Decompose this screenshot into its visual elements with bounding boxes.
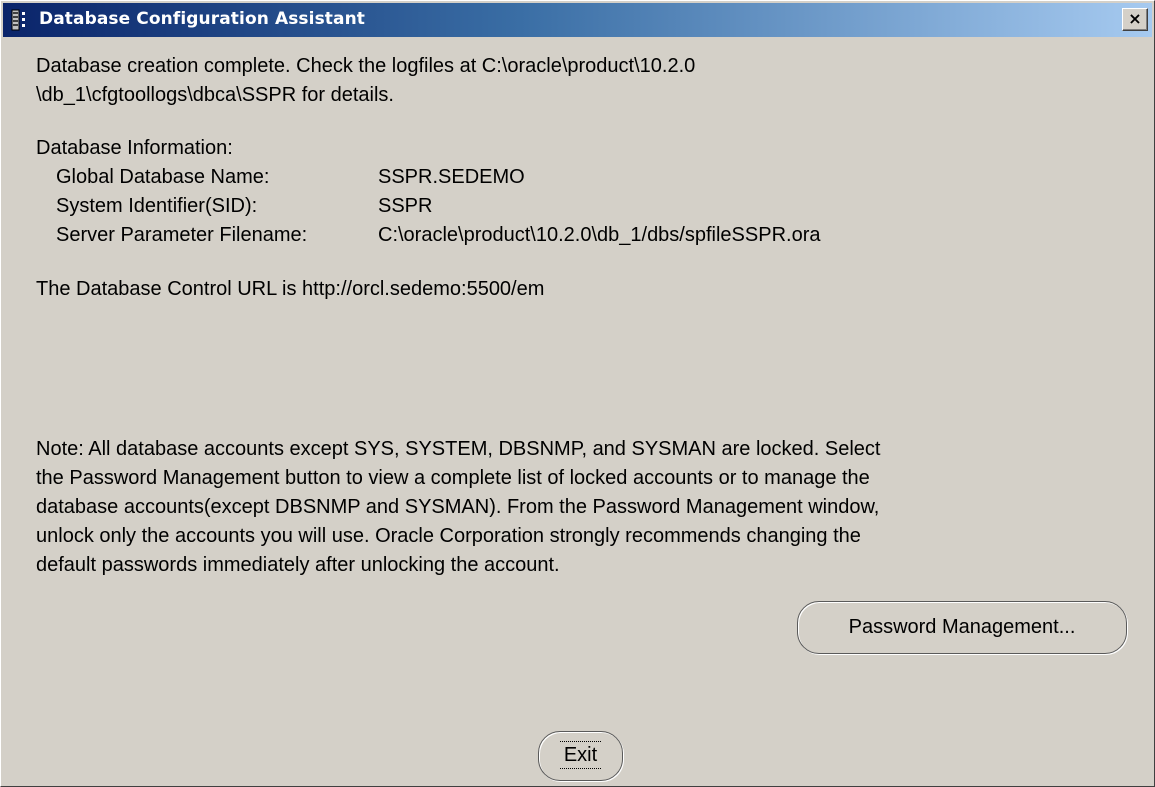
dbca-dialog: Database Configuration Assistant × Datab… [0,0,1155,787]
info-row-sid: System Identifier(SID): SSPR [56,192,432,221]
completion-message-line-1: Database creation complete. Check the lo… [36,55,696,77]
completion-message-line-2: \db_1\cfgtoollogs\dbca\SSPR for details. [36,84,394,106]
info-value: SSPR.SEDEMO [378,166,525,188]
info-value: C:\oracle\product\10.2.0\db_1/dbs/spfile… [378,224,821,246]
window-title: Database Configuration Assistant [39,9,366,29]
info-label: Global Database Name: [56,166,270,188]
exit-button-label: Exit [559,741,602,769]
info-label: System Identifier(SID): [56,195,258,217]
database-info-heading: Database Information: [36,137,233,159]
info-value: SSPR [378,195,433,217]
note-line: Note: All database accounts except SYS, … [36,438,881,460]
info-row-global-name: Global Database Name: SSPR.SEDEMO [56,163,525,192]
password-management-button[interactable]: Password Management... [797,601,1127,654]
info-row-spfile: Server Parameter Filename: C:\oracle\prod… [56,221,820,250]
title-bar[interactable]: Database Configuration Assistant × [3,3,1152,37]
close-icon: × [1128,9,1142,28]
database-icon [11,9,25,31]
note-line: the Password Management button to view a… [36,467,870,489]
note-line: database accounts(except DBSNMP and SYSM… [36,496,880,518]
exit-button[interactable]: Exit [538,731,623,781]
database-control-url: The Database Control URL is http://orcl.… [36,278,545,300]
note-line: default passwords immediately after unlo… [36,554,560,576]
note-line: unlock only the accounts you will use. O… [36,525,861,547]
info-label: Server Parameter Filename: [56,224,308,246]
close-button[interactable]: × [1122,8,1148,31]
locked-accounts-note: Note: All database accounts except SYS, … [36,435,1126,580]
